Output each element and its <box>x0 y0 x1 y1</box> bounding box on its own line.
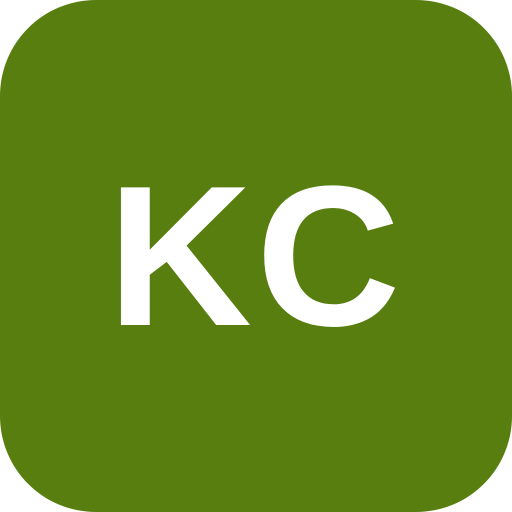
avatar-initials: KC <box>107 145 405 368</box>
avatar: KC <box>0 0 512 512</box>
